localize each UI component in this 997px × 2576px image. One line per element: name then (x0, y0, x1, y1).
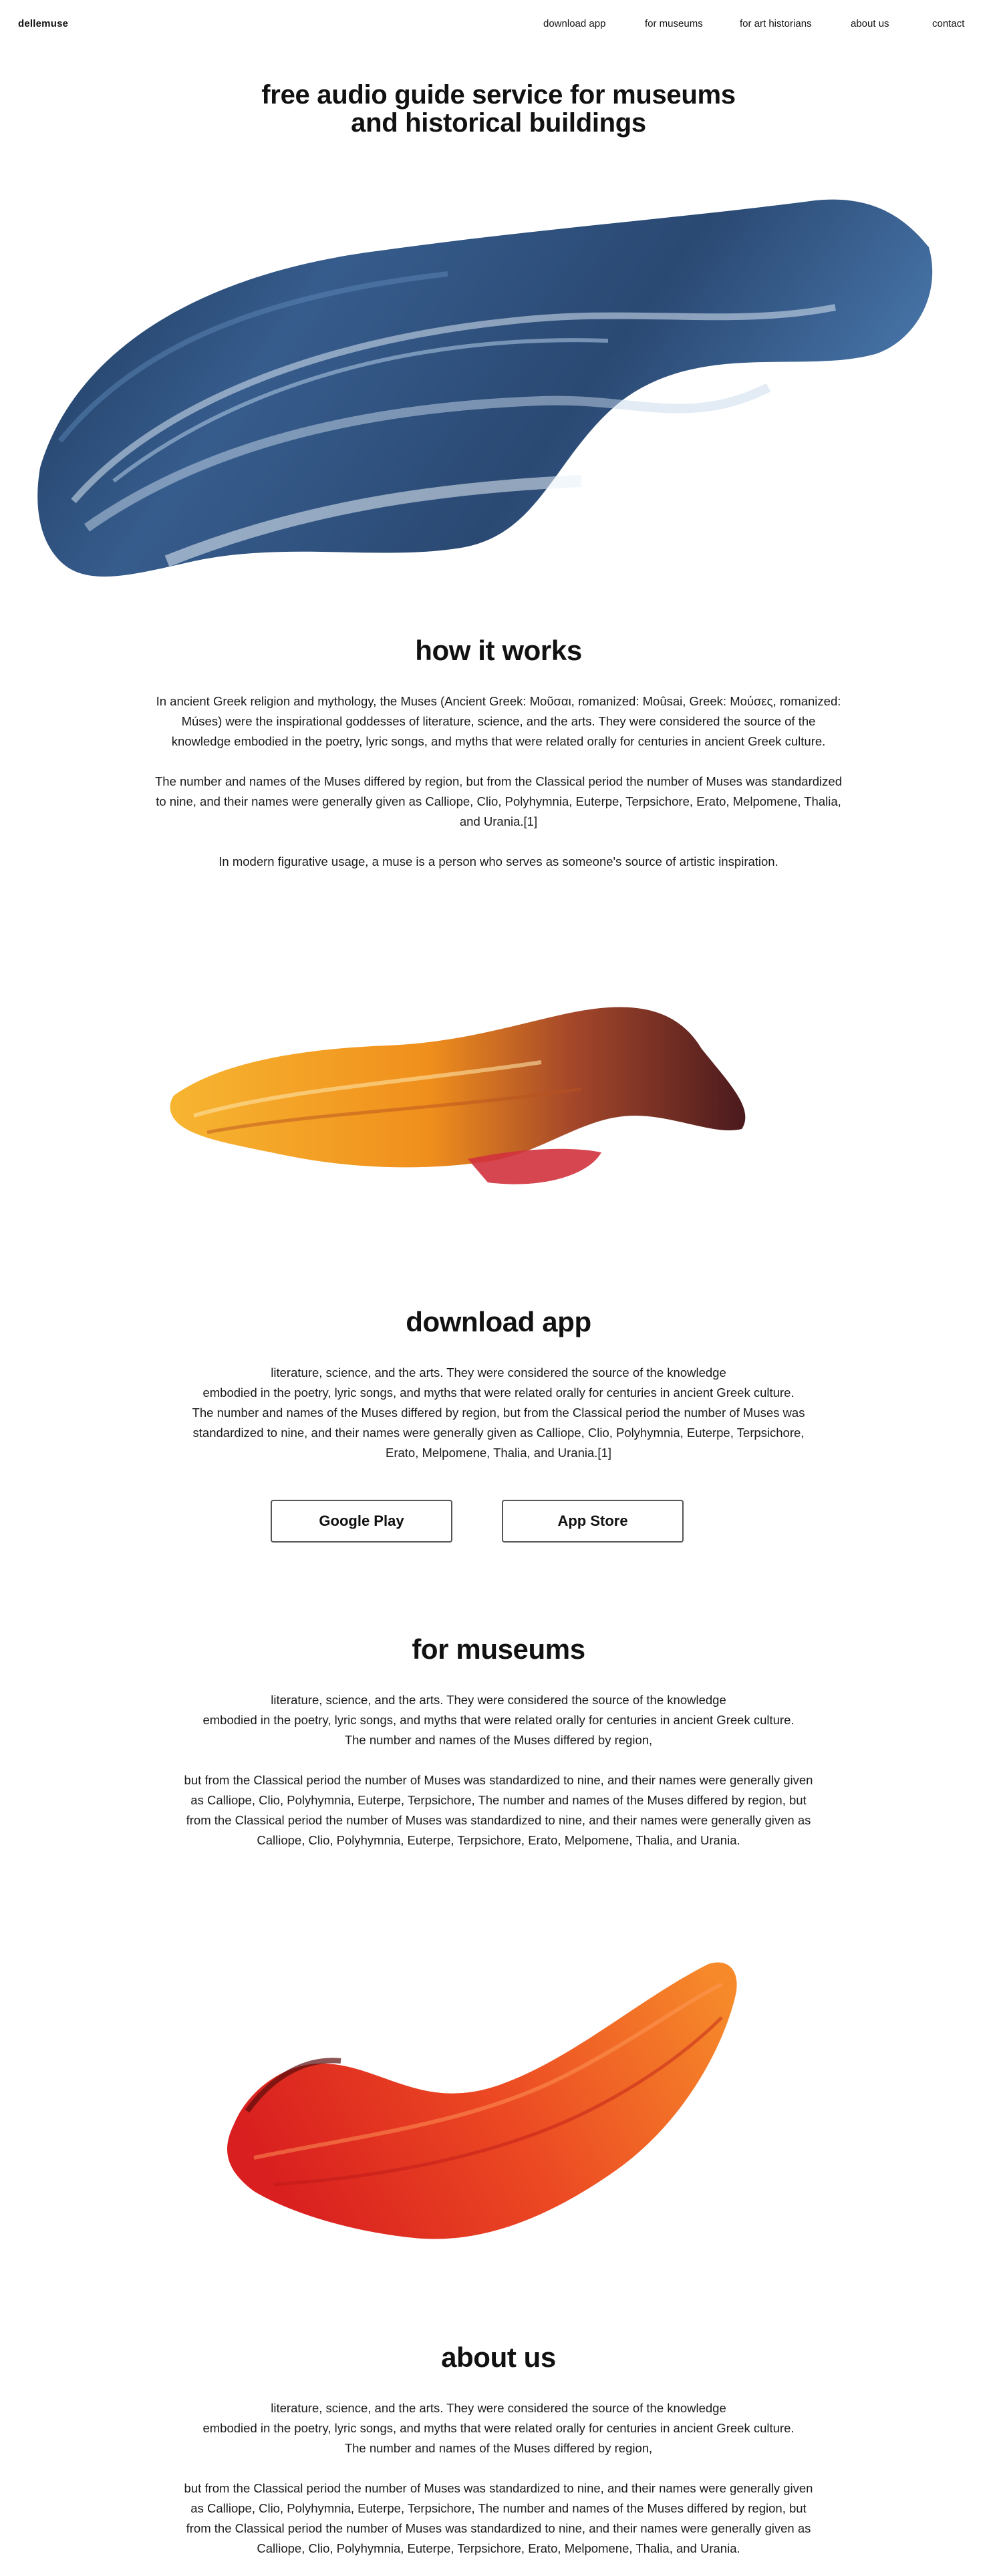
blue-brush-stroke-image (37, 199, 933, 577)
for-museums-line-3: The number and names of the Muses differ… (344, 1733, 653, 1747)
download-app-line-2: embodied in the poetry, lyric songs, and… (202, 1386, 795, 1400)
how-it-works-paragraph-2: The number and names of the Muses differ… (155, 774, 842, 828)
app-store-button[interactable]: App Store (502, 1500, 684, 1543)
download-app-line-4: standardized to nine, and their names we… (192, 1426, 805, 1440)
for-museums-line-1: literature, science, and the arts. They … (271, 1693, 726, 1707)
nav-for-museums[interactable]: for museums (645, 18, 703, 29)
download-app-line-5: Erato, Melpomene, Thalia, and Urania.[1] (386, 1446, 611, 1460)
for-museums-title: for museums (412, 1633, 585, 1665)
hero-title: free audio guide service for museums and… (0, 81, 997, 137)
top-bar: dellemuse download app for museums for a… (0, 0, 997, 48)
how-it-works-paragraph-3: In modern figurative usage, a muse is a … (219, 854, 778, 868)
about-us-text: literature, science, and the arts. They … (0, 2398, 997, 2559)
red-brush-stroke-image (227, 1962, 737, 2239)
hero-title-line2: and historical buildings (351, 108, 646, 138)
download-app-line-3: The number and names of the Muses differ… (192, 1406, 805, 1420)
how-it-works-paragraph-1: In ancient Greek religion and mythology,… (156, 694, 841, 748)
for-museums-line-5: as Calliope, Clio, Polyhymnia, Euterpe, … (190, 1793, 807, 1807)
for-museums-line-4: but from the Classical period the number… (184, 1773, 813, 1787)
logo[interactable]: dellemuse (18, 18, 68, 29)
for-museums-text: literature, science, and the arts. They … (0, 1690, 997, 1850)
download-app-title: download app (406, 1306, 591, 1337)
about-us-line-7: Calliope, Clio, Polyhymnia, Euterpe, Ter… (257, 2541, 740, 2555)
how-it-works-text: In ancient Greek religion and mythology,… (0, 691, 997, 872)
download-app-line-1: literature, science, and the arts. They … (271, 1365, 726, 1380)
about-us-line-1: literature, science, and the arts. They … (271, 2401, 726, 2415)
nav-download-app[interactable]: download app (543, 18, 605, 29)
how-it-works-title: how it works (415, 635, 582, 666)
about-us-line-6: from the Classical period the number of … (186, 2521, 811, 2535)
hero-title-line1: free audio guide service for museums (261, 80, 736, 110)
about-us-line-2: embodied in the poetry, lyric songs, and… (202, 2421, 795, 2435)
about-us-line-3: The number and names of the Muses differ… (344, 2441, 653, 2455)
for-museums-line-2: embodied in the poetry, lyric songs, and… (202, 1713, 795, 1727)
about-us-title: about us (441, 2342, 556, 2373)
for-museums-line-7: Calliope, Clio, Polyhymnia, Euterpe, Ter… (257, 1833, 740, 1847)
nav-for-art-historians[interactable]: for art historians (740, 18, 812, 29)
about-us-line-5: as Calliope, Clio, Polyhymnia, Euterpe, … (190, 2501, 807, 2515)
nav-about-us[interactable]: about us (851, 18, 889, 29)
download-app-text: literature, science, and the arts. They … (0, 1363, 997, 1463)
for-museums-line-6: from the Classical period the number of … (186, 1813, 811, 1827)
about-us-line-4: but from the Classical period the number… (184, 2481, 813, 2495)
orange-brush-stroke-image (170, 1007, 746, 1184)
google-play-button[interactable]: Google Play (271, 1500, 452, 1543)
nav-contact[interactable]: contact (932, 18, 964, 29)
